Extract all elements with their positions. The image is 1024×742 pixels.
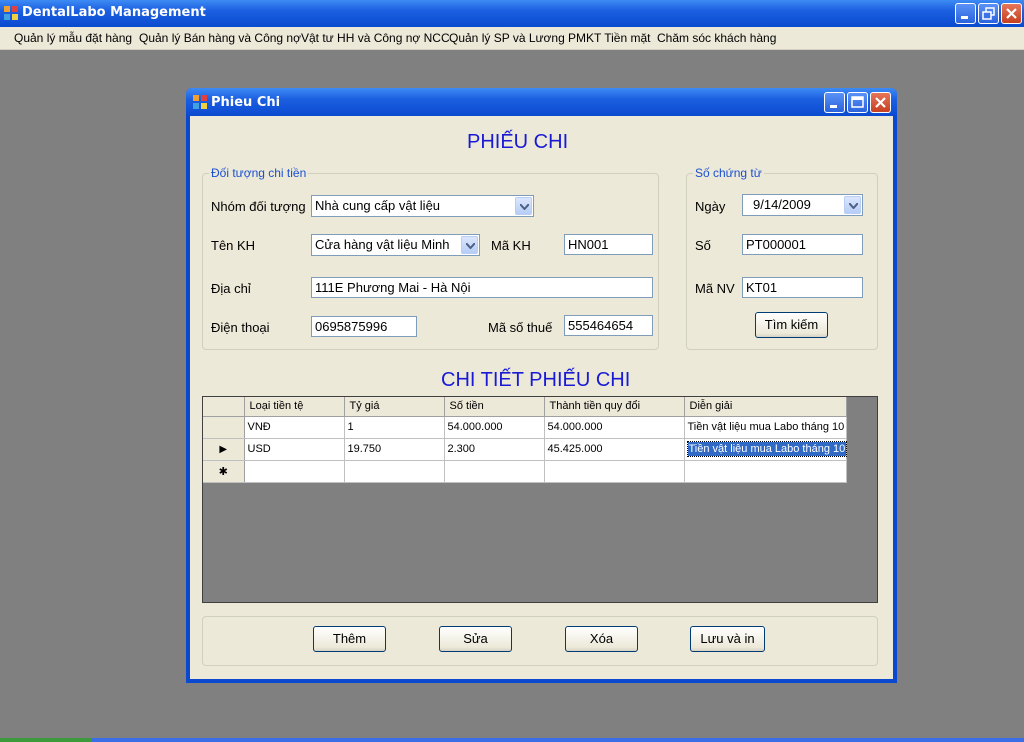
app-title: DentalLabo Management <box>22 5 206 20</box>
grid-cell[interactable]: VNĐ <box>244 416 345 439</box>
voucher-group-legend: Số chứng từ <box>693 166 764 180</box>
grid-cell[interactable]: USD <box>244 438 345 461</box>
dropdown-button[interactable] <box>515 197 532 215</box>
date-picker[interactable]: 9/14/2009 <box>742 194 863 216</box>
dropdown-button[interactable] <box>461 236 478 254</box>
address-field[interactable]: 111E Phương Mai - Hà Nội <box>311 277 653 298</box>
taskbar <box>0 738 1024 742</box>
search-button[interactable]: Tìm kiếm <box>755 312 828 338</box>
tax-code-field[interactable]: 555464654 <box>564 315 653 336</box>
grid-cell[interactable]: 19.750 <box>344 438 445 461</box>
grid-cell[interactable] <box>544 460 685 483</box>
grid-cell[interactable]: Tiền vật liệu mua Labo tháng 10 <box>684 416 848 439</box>
restore-button[interactable] <box>978 3 999 24</box>
payment-voucher-window: Phieu Chi PHIẾU CHI Đối tượng chi tiền N… <box>186 88 897 683</box>
staff-code-label: Mã NV <box>695 281 735 296</box>
detail-grid[interactable]: Loại tiền tệ Tỷ giá Số tiền Thành tiền q… <box>202 396 878 603</box>
column-header-amount[interactable]: Số tiền <box>444 397 545 417</box>
address-label: Địa chỉ <box>211 281 251 296</box>
app-title-bar: DentalLabo Management <box>0 0 1024 27</box>
form-icon <box>193 95 207 109</box>
menu-bar: Quản lý mẫu đặt hàng Quản lý Bán hàng và… <box>0 27 1024 50</box>
grid-header-row: Loại tiền tệ Tỷ giá Số tiền Thành tiền q… <box>203 397 848 417</box>
chevron-down-icon <box>849 203 858 209</box>
restore-icon <box>982 7 995 20</box>
grid-cell-selected[interactable]: Tiền vật liệu mua Labo tháng 10 <box>684 438 848 461</box>
menu-materials-suppliers[interactable]: Vật tư HH và Công nợ NCC <box>301 31 450 45</box>
column-header-description[interactable]: Diễn giải <box>684 397 848 417</box>
app-icon <box>4 6 18 20</box>
table-row[interactable]: VNĐ 1 54.000.000 54.000.000 Tiền vật liệ… <box>203 416 848 439</box>
customer-name-select[interactable]: Cửa hàng vật liệu Minh <box>311 234 480 256</box>
payee-group-legend: Đối tượng chi tiền <box>209 166 309 180</box>
grid-cell[interactable] <box>244 460 345 483</box>
menu-customer-care[interactable]: Chăm sóc khách hàng <box>657 31 776 45</box>
detail-table: Loại tiền tệ Tỷ giá Số tiền Thành tiền q… <box>203 397 848 483</box>
form-title: Phieu Chi <box>211 95 281 110</box>
grid-cell[interactable]: 1 <box>344 416 445 439</box>
row-header-corner <box>203 397 245 417</box>
table-row[interactable]: ▶ USD 19.750 2.300 45.425.000 Tiền vật l… <box>203 438 848 461</box>
close-icon <box>1006 8 1017 19</box>
grid-cell[interactable]: 54.000.000 <box>544 416 685 439</box>
date-label: Ngày <box>695 199 726 214</box>
form-minimize-button[interactable] <box>824 92 845 113</box>
minimize-icon <box>961 16 968 19</box>
minimize-icon <box>830 105 837 108</box>
actions-group <box>202 616 878 666</box>
close-icon <box>875 97 886 108</box>
new-row-indicator[interactable]: ✱ <box>203 460 245 483</box>
current-row-indicator[interactable]: ▶ <box>203 438 245 461</box>
payee-group-select[interactable]: Nhà cung cấp vật liệu <box>311 195 534 217</box>
form-close-button[interactable] <box>870 92 891 113</box>
grid-cell[interactable]: 2.300 <box>444 438 545 461</box>
phone-field[interactable]: 0695875996 <box>311 316 417 337</box>
voucher-number-label: Số <box>695 238 711 253</box>
form-heading: PHIẾU CHI <box>467 131 569 153</box>
chevron-down-icon <box>466 243 475 249</box>
tax-code-label: Mã số thuế <box>488 320 553 335</box>
chevron-down-icon <box>520 204 529 210</box>
add-button[interactable]: Thêm <box>313 626 386 652</box>
staff-code-field[interactable]: KT01 <box>742 277 863 298</box>
delete-button[interactable]: Xóa <box>565 626 638 652</box>
menu-cash-accounting[interactable]: PMKT Tiền mặt <box>568 31 650 45</box>
column-header-converted[interactable]: Thành tiền quy đổi <box>544 397 685 417</box>
form-title-bar: Phieu Chi <box>186 88 897 116</box>
menu-products-salary[interactable]: Quản lý SP và Lương <box>449 31 565 45</box>
maximize-icon <box>851 96 864 108</box>
edit-button[interactable]: Sửa <box>439 626 512 652</box>
grid-cell[interactable] <box>444 460 545 483</box>
customer-name-label: Tên KH <box>211 238 256 253</box>
grid-cell[interactable]: 45.425.000 <box>544 438 685 461</box>
customer-code-label: Mã KH <box>491 238 531 253</box>
grid-cell[interactable] <box>344 460 445 483</box>
close-button[interactable] <box>1001 3 1022 24</box>
menu-order-samples[interactable]: Quản lý mẫu đặt hàng <box>14 31 132 45</box>
form-body: PHIẾU CHI Đối tượng chi tiền Nhóm đối tư… <box>190 116 893 679</box>
dropdown-button[interactable] <box>844 196 861 214</box>
row-header[interactable] <box>203 416 245 439</box>
detail-heading: CHI TIẾT PHIẾU CHI <box>441 369 631 391</box>
payee-group-label: Nhóm đối tượng <box>211 199 306 214</box>
menu-sales-debt[interactable]: Quản lý Bán hàng và Công nợ <box>139 31 301 45</box>
grid-cell[interactable] <box>684 460 848 483</box>
column-header-currency[interactable]: Loại tiền tệ <box>244 397 345 417</box>
save-print-button[interactable]: Lưu và in <box>690 626 765 652</box>
voucher-number-field[interactable]: PT000001 <box>742 234 863 255</box>
minimize-button[interactable] <box>955 3 976 24</box>
column-header-rate[interactable]: Tỷ giá <box>344 397 445 417</box>
form-maximize-button[interactable] <box>847 92 868 113</box>
customer-code-field[interactable]: HN001 <box>564 234 653 255</box>
new-row[interactable]: ✱ <box>203 460 848 483</box>
start-button[interactable] <box>0 738 92 742</box>
phone-label: Điện thoại <box>211 320 270 335</box>
grid-cell[interactable]: 54.000.000 <box>444 416 545 439</box>
